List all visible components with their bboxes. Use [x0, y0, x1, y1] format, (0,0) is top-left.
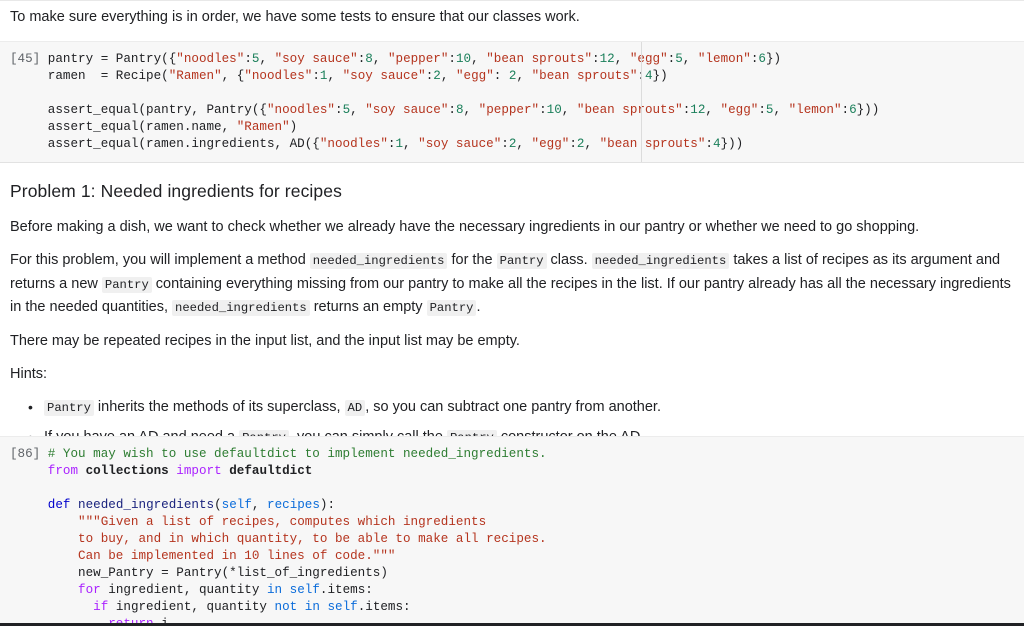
inline-code-ad-hint: AD	[344, 399, 366, 416]
inline-code-needed-ingredients-1: needed_ingredients	[309, 253, 448, 270]
code-cell-1-source[interactable]: [45] pantry = Pantry({"noodles":5, "soy …	[0, 51, 1024, 153]
top-divider	[0, 0, 1024, 1]
p2-text-c: class.	[546, 252, 592, 269]
problem-body: Before making a dish, we want to check w…	[0, 216, 1024, 457]
intro-paragraph: To make sure everything is in order, we …	[10, 9, 580, 25]
inline-code-pantry-2: Pantry	[101, 276, 152, 293]
hints-label: Hints:	[10, 365, 48, 382]
inline-code-pantry-1: Pantry	[496, 253, 547, 270]
intro-paragraph-container: To make sure everything is in order, we …	[0, 6, 1024, 28]
code-ruler-guide	[641, 42, 642, 162]
inline-code-pantry-3: Pantry	[426, 300, 477, 317]
inline-code-needed-ingredients-2: needed_ingredients	[591, 253, 730, 270]
p2-text-a: For this problem, you will implement a m…	[10, 252, 310, 269]
code-cell-1[interactable]: [45] pantry = Pantry({"noodles":5, "soy …	[0, 41, 1024, 163]
code-cell-1-inner[interactable]: [45] pantry = Pantry({"noodles":5, "soy …	[0, 42, 1024, 162]
p2-text-b: for the	[447, 252, 497, 269]
code-cell-2[interactable]: [86] # You may wish to use defaultdict t…	[0, 436, 1024, 624]
cell-2-execution-count: [86]	[10, 447, 41, 461]
p2-text-f: returns an empty	[309, 299, 427, 316]
hint1-text-a: inherits the methods of its superclass,	[93, 398, 345, 415]
problem-heading: Problem 1: Needed ingredients for recipe…	[10, 181, 342, 201]
problem-paragraph-1: Before making a dish, we want to check w…	[10, 219, 920, 235]
problem-paragraph-2: For this problem, you will implement a m…	[10, 249, 1014, 320]
p2-text-g: .	[476, 299, 481, 316]
inline-code-needed-ingredients-3: needed_ingredients	[172, 300, 310, 317]
inline-code-pantry-hint-1: Pantry	[44, 399, 94, 416]
hint1-text-b: , so you can subtract one pantry from an…	[365, 398, 661, 415]
hint-item-1: Pantry inherits the methods of its super…	[28, 396, 1014, 420]
problem-paragraph-3: There may be repeated recipes in the inp…	[10, 333, 520, 350]
code-cell-2-inner[interactable]: [86] # You may wish to use defaultdict t…	[0, 437, 1024, 624]
code-cell-2-source[interactable]: [86] # You may wish to use defaultdict t…	[0, 446, 1024, 624]
cell-1-execution-count: [45]	[10, 52, 41, 66]
p2-text-e: containing everything missing from our p…	[10, 275, 1011, 316]
